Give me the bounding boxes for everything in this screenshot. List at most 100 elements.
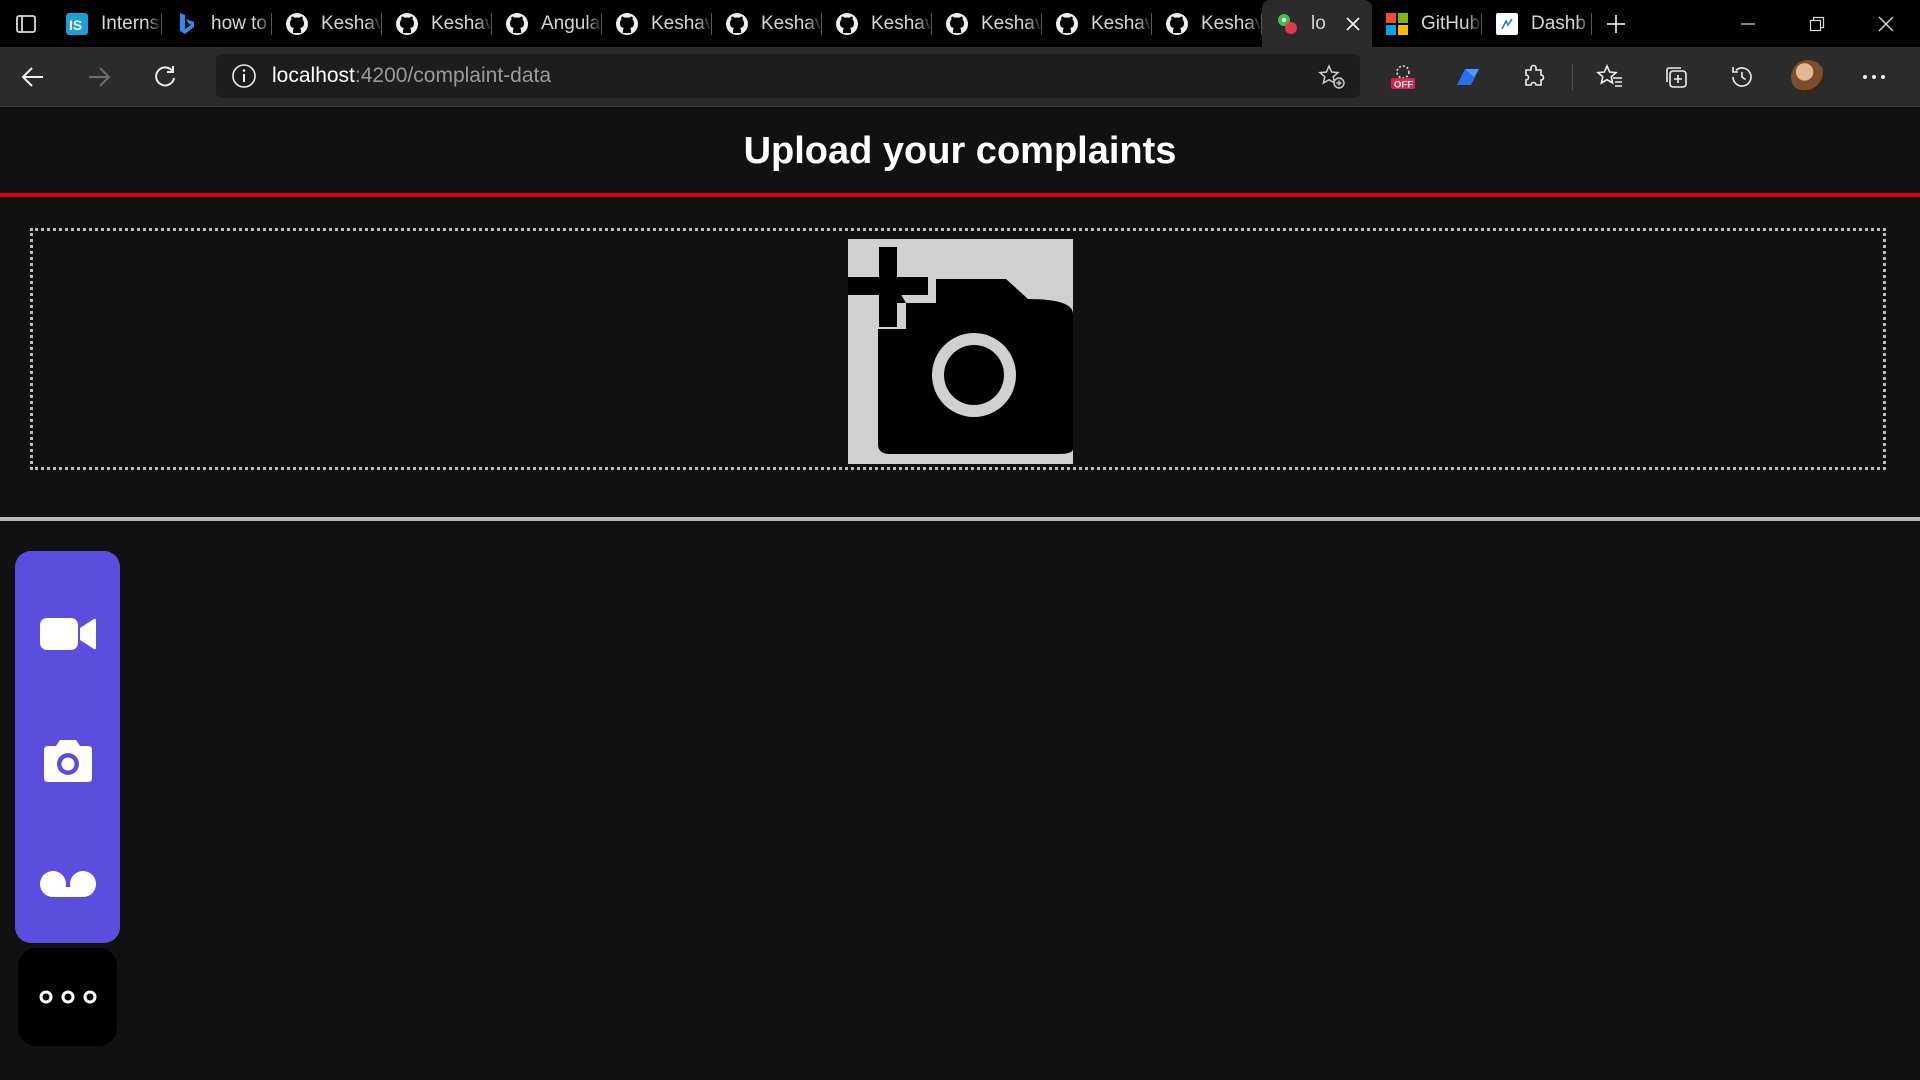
tab-github-2[interactable]: Keshav — [382, 0, 492, 47]
forward-button[interactable] — [66, 47, 132, 106]
restore-button[interactable] — [1782, 0, 1851, 47]
close-icon — [1878, 16, 1893, 31]
toolbar-extensions: OFF — [1370, 47, 1907, 106]
tab-title: Keshav — [1091, 12, 1152, 34]
tab-github-9[interactable]: Keshav — [1152, 0, 1262, 47]
profile-button[interactable] — [1775, 47, 1841, 106]
plus-icon — [1607, 14, 1625, 33]
app-icon — [1275, 12, 1299, 36]
history-icon — [1732, 66, 1752, 87]
collections-icon — [1666, 66, 1687, 88]
add-photo-button[interactable] — [848, 239, 1073, 464]
github-icon — [505, 12, 529, 36]
tab-title: Keshav — [321, 12, 382, 34]
tab-title: Dashb — [1531, 12, 1586, 34]
tab-title: how to — [211, 12, 267, 34]
browser-toolbar: localhost:4200/complaint-data OFF — [0, 47, 1920, 106]
dashboard-icon — [1495, 12, 1519, 36]
tab-bing-search[interactable]: how to — [162, 0, 272, 47]
refresh-icon — [155, 65, 175, 86]
tab-title: Angula — [541, 12, 601, 34]
tab-title: Keshav — [761, 12, 822, 34]
tab-title: Keshav — [1201, 12, 1262, 34]
extensions-button[interactable] — [1502, 47, 1568, 106]
window-controls — [1713, 0, 1920, 47]
tab-title: Keshav — [651, 12, 712, 34]
media-menu — [15, 551, 120, 943]
more-options-button[interactable] — [18, 948, 117, 1046]
page-title: Upload your complaints — [743, 130, 1177, 172]
tab-github-3[interactable]: Angula — [492, 0, 602, 47]
tab-dashboard[interactable]: Dashb — [1482, 0, 1592, 47]
tab-github-7[interactable]: Keshav — [932, 0, 1042, 47]
tab-title: GitHub — [1421, 12, 1481, 34]
settings-more-button[interactable] — [1841, 47, 1907, 106]
microsoft-icon — [1385, 12, 1409, 36]
address-bar[interactable]: localhost:4200/complaint-data — [216, 54, 1360, 98]
back-button[interactable] — [0, 47, 66, 106]
puzzle-icon — [1525, 64, 1545, 86]
tab-list: IS Interns how to Keshav Keshav Angula K… — [52, 0, 1592, 47]
tab-github-1[interactable]: Keshav — [272, 0, 382, 47]
add-favorite-icon[interactable] — [1318, 64, 1346, 95]
new-tab-button[interactable] — [1592, 0, 1640, 47]
url-path: :4200/complaint-data — [354, 64, 552, 87]
tab-title: Interns — [101, 12, 160, 34]
power-automate-button[interactable] — [1436, 47, 1502, 106]
extension-badge-text: OFF — [1394, 79, 1413, 90]
tab-actions-icon — [16, 14, 36, 33]
tab-internshala[interactable]: IS Interns — [52, 0, 162, 47]
header-divider — [0, 193, 1920, 197]
github-icon — [285, 12, 309, 36]
minimize-icon — [1740, 22, 1755, 25]
tab-title: Keshav — [981, 12, 1042, 34]
tab-title: Keshav — [871, 12, 932, 34]
favorites-button[interactable] — [1577, 47, 1643, 106]
tab-active[interactable]: lo — [1262, 0, 1372, 47]
voicemail-icon — [39, 871, 96, 897]
tab-github-4[interactable]: Keshav — [602, 0, 712, 47]
tab-github-8[interactable]: Keshav — [1042, 0, 1152, 47]
extension-off-icon: OFF — [1391, 64, 1415, 90]
site-info-icon[interactable] — [216, 63, 272, 89]
tab-title: Keshav — [431, 12, 492, 34]
tab-actions-button[interactable] — [0, 0, 52, 47]
more-horizontal-icon — [1863, 74, 1885, 79]
github-icon — [1055, 12, 1079, 36]
more-horizontal-icon — [39, 990, 96, 1004]
close-window-button[interactable] — [1851, 0, 1920, 47]
github-icon — [835, 12, 859, 36]
github-icon — [395, 12, 419, 36]
record-audio-button[interactable] — [15, 844, 120, 924]
forward-arrow-icon — [89, 66, 111, 87]
address-url: localhost:4200/complaint-data — [272, 64, 551, 88]
github-icon — [725, 12, 749, 36]
refresh-button[interactable] — [132, 47, 198, 106]
tab-github-microsoft[interactable]: GitHub — [1372, 0, 1482, 47]
extension-button[interactable]: OFF — [1370, 47, 1436, 106]
tab-github-6[interactable]: Keshav — [822, 0, 932, 47]
svg-text:IS: IS — [69, 17, 82, 33]
toolbar-divider — [1572, 63, 1573, 90]
restore-icon — [1809, 16, 1824, 31]
tab-title: lo — [1311, 12, 1326, 34]
favorites-icon — [1596, 63, 1622, 87]
add-photo-icon — [848, 239, 1073, 464]
minimize-button[interactable] — [1713, 0, 1782, 47]
github-icon — [1165, 12, 1189, 36]
section-divider — [0, 517, 1920, 521]
toolbar-border — [0, 106, 1920, 107]
close-tab-icon[interactable] — [1340, 16, 1366, 31]
bing-icon — [175, 12, 199, 36]
github-icon — [945, 12, 969, 36]
collections-button[interactable] — [1643, 47, 1709, 106]
history-button[interactable] — [1709, 47, 1775, 106]
camera-icon — [43, 740, 92, 782]
avatar — [1791, 59, 1825, 94]
back-arrow-icon — [21, 66, 43, 87]
take-photo-button[interactable] — [15, 721, 120, 801]
video-camera-icon — [39, 618, 96, 650]
record-video-button[interactable] — [15, 594, 120, 674]
tab-github-5[interactable]: Keshav — [712, 0, 822, 47]
tab-strip: IS Interns how to Keshav Keshav Angula K… — [0, 0, 1920, 47]
